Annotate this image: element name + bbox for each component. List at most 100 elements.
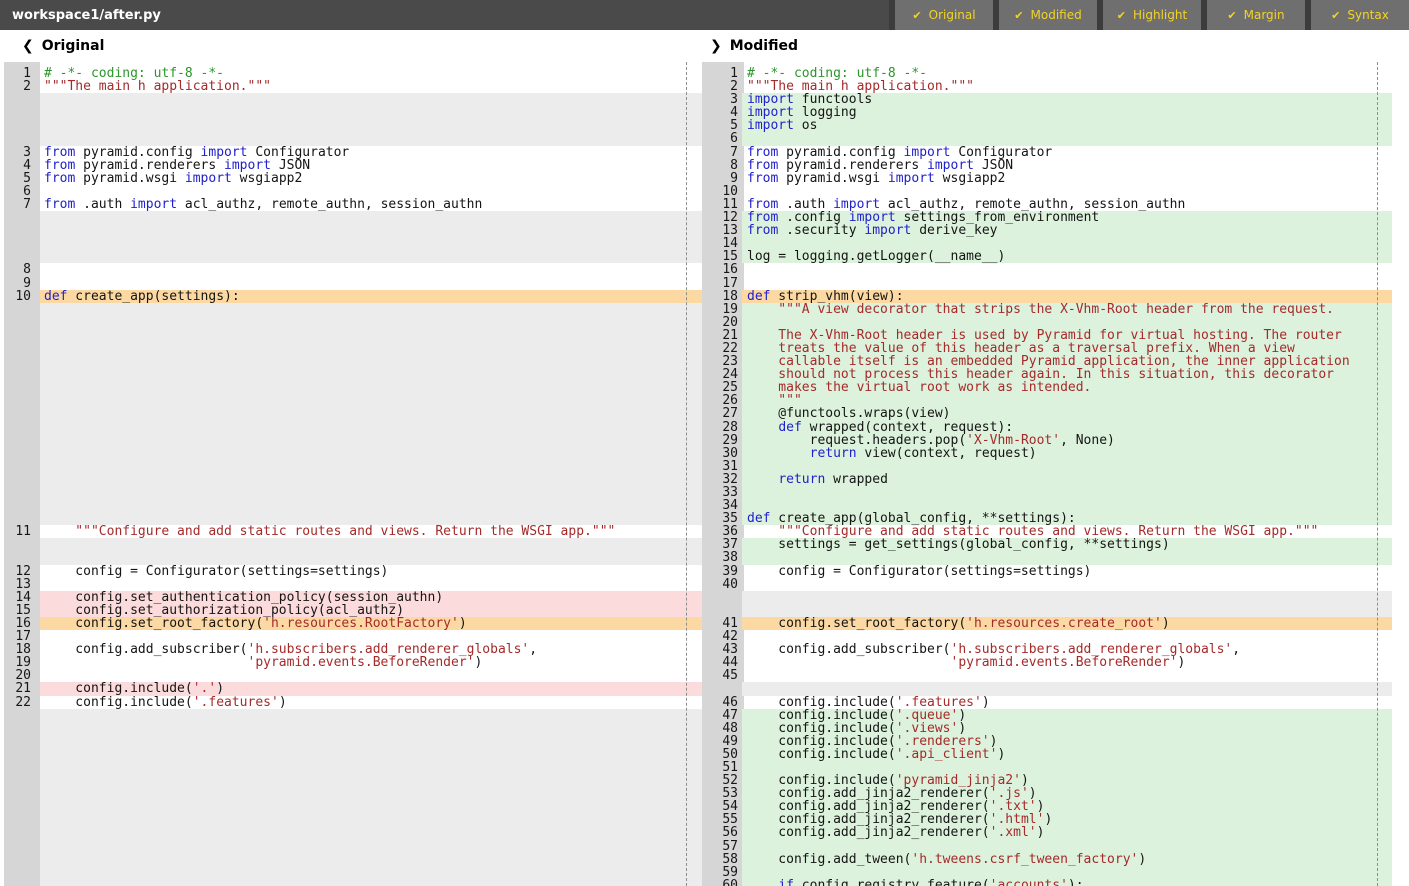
code-row <box>0 93 702 106</box>
code-token: config = Configurator(settings=settings) <box>747 564 1091 579</box>
code-line <box>40 447 702 460</box>
line-number <box>0 722 40 735</box>
line-number <box>0 800 40 813</box>
line-number <box>0 211 40 224</box>
code-row <box>0 211 702 224</box>
code-line <box>40 93 702 106</box>
code-line <box>742 486 1392 499</box>
line-number: 12 <box>0 565 40 578</box>
modified-pane-header: ❯ Modified <box>710 30 798 62</box>
code-line: makes the virtual root work as intended. <box>742 381 1392 394</box>
code-token <box>44 655 248 670</box>
code-token: from <box>747 223 778 238</box>
code-line <box>40 460 702 473</box>
line-number: 10 <box>702 185 740 198</box>
toggle-modified-label: Modified <box>1031 8 1082 22</box>
code-row: 9from pyramid.wsgi import wsgiapp2 <box>702 172 1392 185</box>
code-token: ) <box>1138 852 1146 867</box>
code-token: '.api_client' <box>896 747 998 762</box>
code-row <box>0 840 702 853</box>
toggle-highlight-button[interactable]: ✔ Highlight <box>1103 0 1201 30</box>
line-number <box>0 119 40 132</box>
code-row: 8 <box>0 263 702 276</box>
code-row <box>0 735 702 748</box>
line-number: 1 <box>0 67 40 80</box>
code-token: import <box>747 118 794 133</box>
code-line: """A view decorator that strips the X-Vh… <box>742 303 1392 316</box>
line-number <box>702 591 740 604</box>
code-row <box>0 407 702 420</box>
modified-pane-title: Modified <box>730 38 798 54</box>
code-line <box>40 748 702 761</box>
code-token: ) <box>997 747 1005 762</box>
toggle-syntax-button[interactable]: ✔ Syntax <box>1311 0 1409 30</box>
code-line <box>742 669 1392 682</box>
check-icon: ✔ <box>1331 9 1340 22</box>
code-line: log = logging.getLogger(__name__) <box>742 250 1392 263</box>
chevron-right-icon: ❯ <box>710 38 722 54</box>
code-token: config.registry.feature( <box>794 878 990 886</box>
code-row: 39 config = Configurator(settings=settin… <box>702 565 1392 578</box>
code-line <box>40 106 702 119</box>
code-row: 60 if config.registry.feature('accounts'… <box>702 879 1392 886</box>
line-number: 29 <box>702 434 740 447</box>
code-token: """A view decorator that strips the X-Vh… <box>747 302 1334 317</box>
line-number <box>0 486 40 499</box>
code-rows: 1# -*- coding: utf-8 -*-2"""The main h a… <box>0 67 702 886</box>
code-token: ) <box>982 695 990 710</box>
line-number <box>0 866 40 879</box>
chevron-left-icon: ❮ <box>22 38 34 54</box>
code-line <box>742 591 1392 604</box>
toggle-margin-button[interactable]: ✔ Margin <box>1207 0 1305 30</box>
line-number: 48 <box>702 722 740 735</box>
code-row <box>0 460 702 473</box>
line-number: 57 <box>702 840 740 853</box>
code-line <box>40 499 702 512</box>
code-row <box>0 447 702 460</box>
code-token: 'h.tweens.csrf_tween_factory' <box>911 852 1138 867</box>
line-number: 3 <box>0 146 40 159</box>
toggle-modified-button[interactable]: ✔ Modified <box>999 0 1097 30</box>
code-row <box>0 329 702 342</box>
code-line <box>40 368 702 381</box>
code-token: config.add_jinja2_renderer( <box>747 825 990 840</box>
line-number <box>0 853 40 866</box>
code-token: import <box>185 171 232 186</box>
toggle-original-button[interactable]: ✔ Original <box>895 0 993 30</box>
line-number: 11 <box>0 525 40 538</box>
code-token: , None) <box>1060 433 1115 448</box>
code-line <box>40 722 702 735</box>
margin-line <box>686 62 687 886</box>
code-line <box>40 407 702 420</box>
code-row <box>0 722 702 735</box>
code-row: 50 config.include('.api_client') <box>702 748 1392 761</box>
toggle-highlight-label: Highlight <box>1133 8 1187 22</box>
code-row <box>0 250 702 263</box>
code-row: 44 'pyramid.events.BeforeRender') <box>702 656 1392 669</box>
code-token: '.features' <box>193 695 279 710</box>
code-row: 41 config.set_root_factory('h.resources.… <box>702 617 1392 630</box>
title-bar: workspace1/after.py ✔ Original ✔ Modifie… <box>0 0 1409 30</box>
line-number <box>0 499 40 512</box>
line-number <box>702 604 740 617</box>
code-line: config.set_root_factory('h.resources.cre… <box>742 617 1392 630</box>
code-row: 19 """A view decorator that strips the X… <box>702 303 1392 316</box>
code-line: config.include('.features') <box>40 696 702 709</box>
line-number <box>0 447 40 460</box>
code-token: ) <box>474 655 482 670</box>
code-token: pyramid.wsgi <box>778 171 888 186</box>
code-line: config.add_tween('h.tweens.csrf_tween_fa… <box>742 853 1392 866</box>
code-line <box>40 486 702 499</box>
code-token: config.include( <box>44 695 193 710</box>
code-token: from <box>747 171 778 186</box>
line-number: 18 <box>702 290 740 303</box>
code-row <box>0 813 702 826</box>
check-icon: ✔ <box>1014 9 1023 22</box>
code-line <box>40 840 702 853</box>
line-number <box>0 381 40 394</box>
code-token: create_app(settings): <box>67 289 239 304</box>
line-number: 49 <box>702 735 740 748</box>
line-number: 58 <box>702 853 740 866</box>
line-number: 21 <box>702 329 740 342</box>
line-number <box>0 473 40 486</box>
